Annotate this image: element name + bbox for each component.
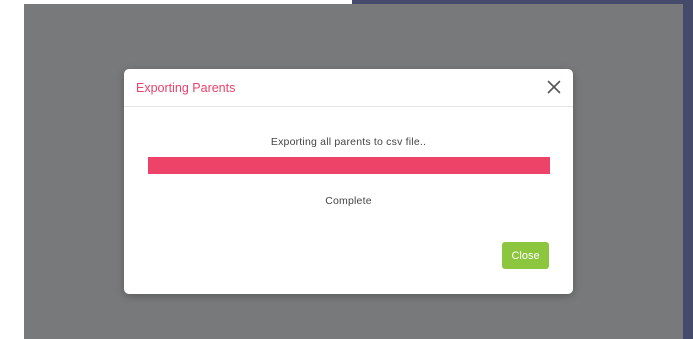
close-icon[interactable] [545,78,563,96]
status-text: Complete [325,195,372,207]
app-side-strip [683,0,693,339]
close-button[interactable]: Close [502,242,549,269]
modal-header: Exporting Parents [124,69,573,107]
progress-bar [148,157,550,174]
export-message: Exporting all parents to csv file.. [270,136,427,148]
page: Exporting Parents Exporting all parents … [0,0,693,339]
progress-fill [148,157,550,174]
modal-title: Exporting Parents [136,81,236,95]
export-modal: Exporting Parents Exporting all parents … [124,69,573,294]
modal-body: Exporting all parents to csv file.. Comp… [124,107,573,294]
